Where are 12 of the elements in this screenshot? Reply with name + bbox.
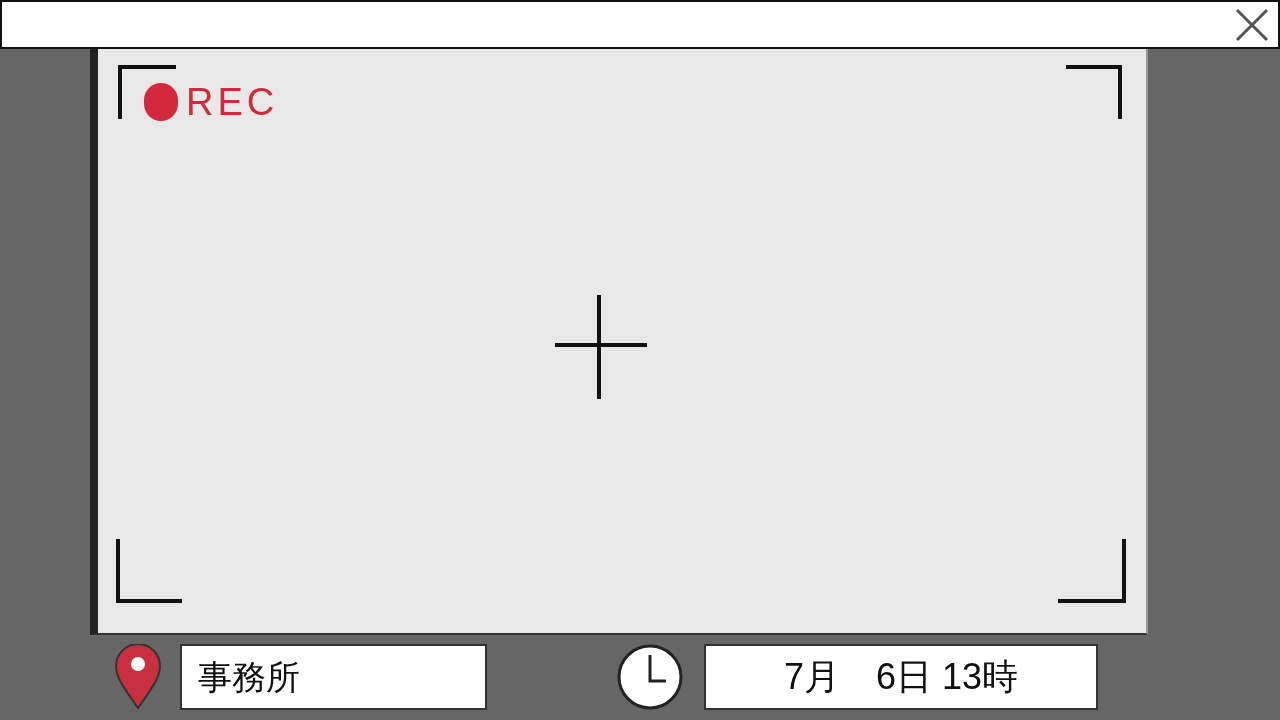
datetime-field: 7月 6日 13時 <box>704 644 1098 710</box>
close-icon <box>1235 7 1269 42</box>
location-field: 事務所 <box>180 644 487 710</box>
crosshair-icon <box>555 295 647 399</box>
clock-icon <box>616 643 684 711</box>
corner-bracket-icon <box>118 65 178 121</box>
location-pin-icon <box>114 644 162 710</box>
close-button[interactable] <box>1234 6 1270 43</box>
corner-bracket-icon <box>1056 537 1126 605</box>
corner-bracket-icon <box>116 537 184 605</box>
rec-label: REC <box>186 83 279 121</box>
corner-bracket-icon <box>1064 65 1124 121</box>
